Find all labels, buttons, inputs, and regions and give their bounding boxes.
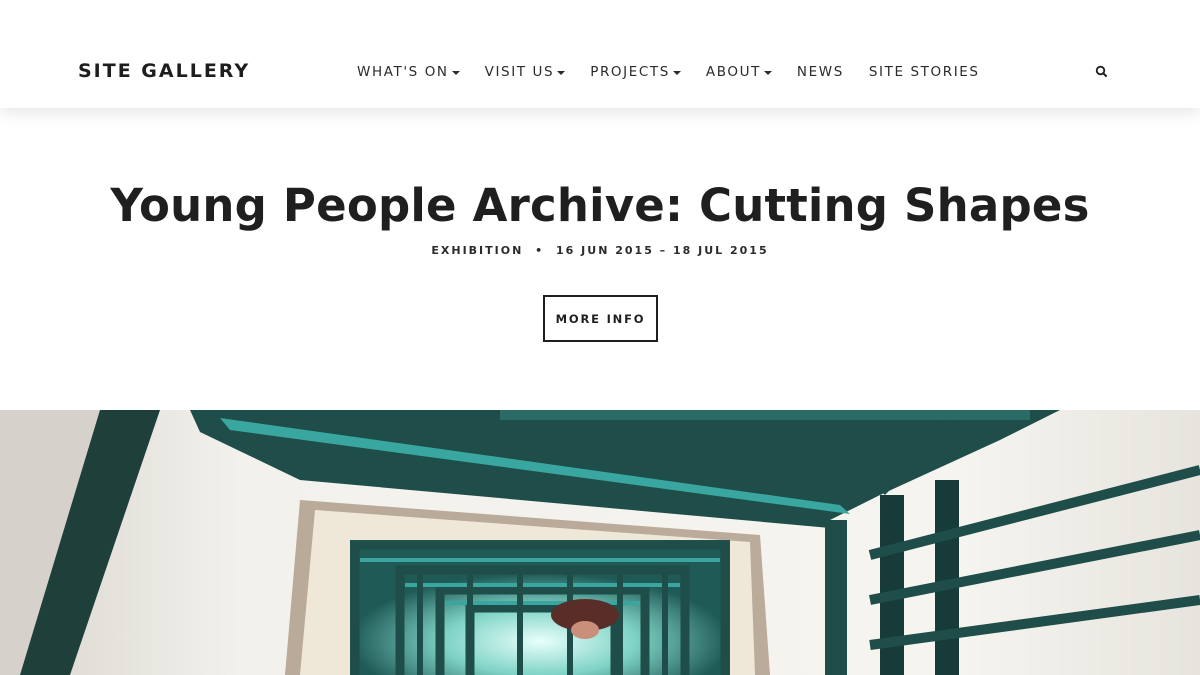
caret-down-icon [451, 70, 460, 75]
nav-item-label: VISIT US [484, 64, 555, 80]
search-icon [1095, 65, 1107, 77]
nav-item-label: NEWS [796, 64, 844, 80]
nav-item-label: WHAT'S ON [357, 64, 449, 80]
nav-item-label: PROJECTS [590, 64, 670, 80]
main-nav: WHAT'S ON VISIT US PROJECTS ABOUT NEWS S… [357, 62, 980, 82]
event-dates: 16 JUN 2015 – 18 JUL 2015 [556, 244, 769, 257]
nav-item-about[interactable]: ABOUT [706, 64, 772, 80]
caret-down-icon [763, 70, 772, 75]
more-info-button[interactable]: MORE INFO [543, 295, 658, 342]
site-header: SITE GALLERY WHAT'S ON VISIT US PROJECTS… [0, 0, 1200, 108]
nav-item-projects[interactable]: PROJECTS [590, 64, 681, 80]
event-meta: EXHIBITION • 16 JUN 2015 – 18 JUL 2015 [0, 244, 1200, 258]
caret-down-icon [672, 70, 681, 75]
meta-separator: • [535, 244, 545, 257]
nav-item-news[interactable]: NEWS [797, 64, 844, 80]
event-type: EXHIBITION [431, 244, 524, 257]
page-title: Young People Archive: Cutting Shapes [110, 179, 1090, 232]
nav-item-visit-us[interactable]: VISIT US [485, 64, 566, 80]
caret-down-icon [557, 70, 566, 75]
site-logo[interactable]: SITE GALLERY [78, 59, 250, 83]
nav-item-site-stories[interactable]: SITE STORIES [869, 64, 980, 80]
nav-item-label: ABOUT [705, 64, 761, 80]
nav-item-whats-on[interactable]: WHAT'S ON [357, 64, 460, 80]
stairwell-photo [0, 410, 1200, 675]
hero-image [0, 410, 1200, 675]
search-button[interactable] [1094, 64, 1110, 80]
nav-item-label: SITE STORIES [868, 64, 980, 80]
